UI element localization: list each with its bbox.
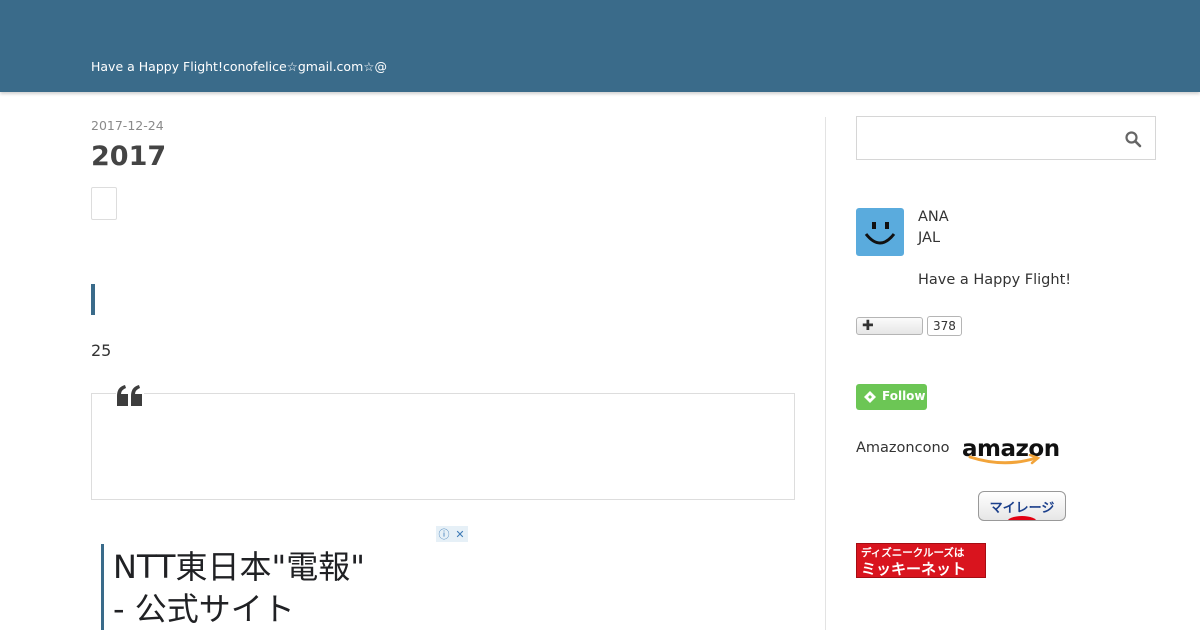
ad-choices-badge[interactable]: ⓘ ✕: [436, 526, 468, 542]
smiley-face-icon: [864, 222, 896, 245]
plus-icon: ✚: [862, 318, 874, 334]
share-button[interactable]: [91, 187, 117, 220]
profile-line-ana: ANA: [918, 209, 949, 225]
search-input[interactable]: [856, 116, 1156, 160]
mileage-banner[interactable]: マイレージ: [978, 491, 1066, 521]
close-icon[interactable]: ✕: [452, 526, 468, 542]
profile-tagline: Have a Happy Flight!: [918, 272, 1072, 288]
search-icon[interactable]: [1124, 130, 1142, 148]
heading-accent-bar: [91, 284, 95, 315]
ad-title-line2[interactable]: - 公式サイト: [113, 588, 433, 630]
mileage-label: マイレージ: [989, 501, 1055, 516]
mileage-logo-icon: [1007, 516, 1037, 520]
follower-count: 378: [927, 316, 962, 336]
ad-accent-bar: [101, 544, 104, 630]
feedly-icon: [864, 391, 876, 403]
blockquote: [91, 384, 795, 500]
disney-banner-line2: ミッキーネット: [861, 560, 967, 578]
amazon-logo[interactable]: amazon: [962, 436, 1060, 466]
main-content: 2017-12-24 2017 25 ⓘ ✕ NTT東日本"電報" - 公式サイ…: [91, 92, 795, 630]
site-tagline: Have a Happy Flight!conofelice☆gmail.com…: [91, 59, 387, 74]
ad-title-line1[interactable]: NTT東日本"電報": [113, 546, 433, 588]
feedly-follow-label: Follow: [882, 389, 926, 403]
quote-icon: [116, 384, 144, 408]
sidebar-divider: [825, 117, 826, 630]
feedly-follow-button[interactable]: Follow: [856, 384, 927, 410]
site-header: Have a Happy Flight!conofelice☆gmail.com…: [0, 0, 1200, 92]
amazon-text: Amazoncono: [856, 440, 950, 456]
profile-line-jal: JAL: [918, 230, 941, 246]
profile-avatar[interactable]: [856, 208, 904, 256]
follow-button[interactable]: ✚: [856, 317, 923, 335]
disney-cruise-banner[interactable]: ディズニークルーズは ミッキーネット: [856, 543, 986, 578]
post-date: 2017-12-24: [91, 118, 164, 133]
info-icon[interactable]: ⓘ: [436, 526, 452, 542]
ad-title-link[interactable]: NTT東日本"電報" - 公式サイト: [113, 546, 433, 630]
post-title[interactable]: 2017: [91, 141, 166, 172]
amazon-smile-icon: [968, 454, 1041, 465]
post-body-text: 25: [91, 341, 112, 360]
